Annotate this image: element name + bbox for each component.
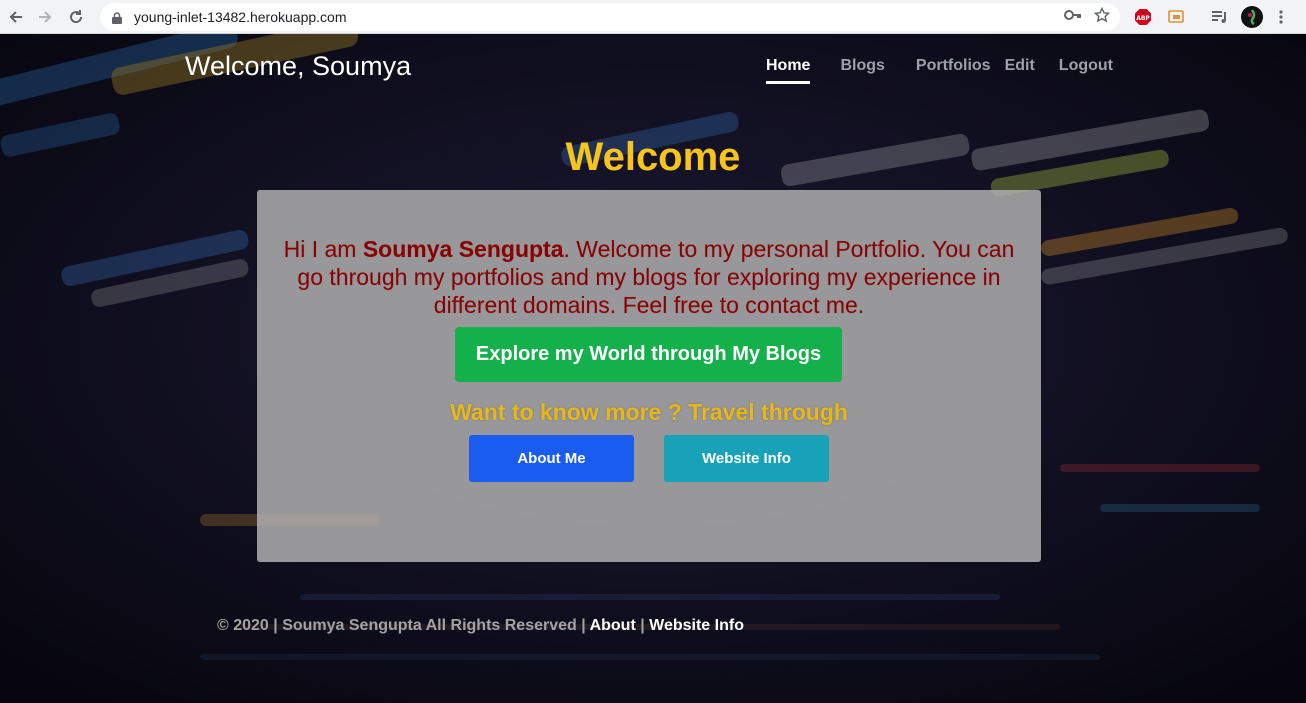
welcome-heading: Welcome [565, 135, 741, 179]
about-me-button[interactable]: About Me [469, 435, 634, 482]
forward-icon[interactable] [31, 3, 59, 31]
travel-through-text: Want to know more ? Travel through [450, 399, 848, 425]
intro-card: Hi I am Soumya Sengupta. Welcome to my p… [257, 190, 1041, 562]
web-page: Welcome, Soumya Home Blogs Portfolios Ed… [0, 34, 1306, 703]
nav-blogs[interactable]: Blogs [840, 57, 884, 84]
footer-about-link[interactable]: About [590, 617, 636, 634]
lock-icon [112, 11, 122, 24]
intro-name: Soumya Sengupta [362, 236, 564, 262]
main-nav: Home Blogs Portfolios Edit Logout [766, 57, 1113, 84]
explore-blogs-button[interactable]: Explore my World through My Blogs [455, 327, 842, 382]
adblock-icon[interactable]: ABP [1134, 4, 1152, 30]
browser-toolbar: young-inlet-13482.herokuapp.com ABP [0, 0, 1306, 34]
cast-icon[interactable] [1167, 4, 1185, 30]
site-brand[interactable]: Welcome, Soumya [185, 51, 411, 82]
menu-kebab-icon[interactable] [1278, 4, 1284, 30]
nav-logout[interactable]: Logout [1059, 57, 1113, 84]
media-icon[interactable] [1211, 4, 1229, 30]
address-bar[interactable]: young-inlet-13482.herokuapp.com [100, 3, 1120, 31]
footer: © 2020 | Soumya Sengupta All Rights Rese… [217, 617, 744, 635]
footer-website-info-link[interactable]: Website Info [649, 617, 744, 634]
nav-edit[interactable]: Edit [1005, 57, 1035, 84]
url-text: young-inlet-13482.herokuapp.com [134, 9, 347, 25]
profile-avatar[interactable] [1241, 4, 1263, 30]
intro-text: Hi I am Soumya Sengupta. Welcome to my p… [277, 235, 1021, 319]
nav-home[interactable]: Home [766, 57, 811, 84]
website-info-button[interactable]: Website Info [664, 435, 829, 482]
footer-copyright: © 2020 | Soumya Sengupta All Rights Rese… [217, 617, 590, 634]
back-icon[interactable] [2, 3, 30, 31]
intro-prefix: Hi I am [283, 236, 363, 262]
star-icon[interactable] [1093, 6, 1111, 28]
key-icon[interactable] [1064, 8, 1082, 26]
reload-icon[interactable] [62, 3, 90, 31]
nav-portfolios[interactable]: Portfolios [916, 57, 991, 84]
footer-separator: | [635, 617, 650, 634]
svg-text:ABP: ABP [1136, 15, 1150, 22]
